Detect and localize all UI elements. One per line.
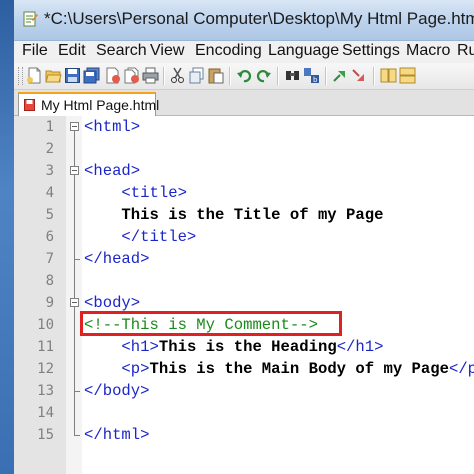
fold-end xyxy=(74,259,80,260)
line-number: 3 xyxy=(45,163,54,179)
line-number: 13 xyxy=(37,383,54,399)
document-tab-bar: My Html Page.html xyxy=(14,90,474,116)
line-number: 6 xyxy=(45,229,54,245)
paragraph-text: This is the Main Body of my Page xyxy=(149,360,449,378)
toolbar-separator xyxy=(373,67,375,85)
sync-v-icon[interactable] xyxy=(380,67,397,84)
svg-text:b: b xyxy=(313,76,318,84)
line-number: 11 xyxy=(37,339,54,355)
notepadpp-window: *C:\Users\Personal Computer\Desktop\My H… xyxy=(14,0,474,474)
code-line[interactable]: </head> xyxy=(84,248,150,270)
menu-bar: File Edit Search View Encoding Language … xyxy=(14,41,474,63)
fold-end xyxy=(74,391,80,392)
toolbar-separator xyxy=(277,67,279,85)
replace-icon[interactable]: b xyxy=(303,67,320,84)
toolbar: b xyxy=(14,63,474,90)
code-editor[interactable]: 1 2 3 4 5 6 7 8 9 10 11 12 13 14 15 <htm… xyxy=(14,116,474,474)
zoom-out-icon[interactable] xyxy=(351,67,368,84)
line-number: 7 xyxy=(45,251,54,267)
code-line[interactable]: <title> xyxy=(84,182,187,204)
line-number: 8 xyxy=(45,273,54,289)
fold-end xyxy=(74,435,80,436)
code-line[interactable]: <p>This is the Main Body of my Page</p> xyxy=(84,358,474,380)
code-line[interactable]: </title> xyxy=(84,226,196,248)
fold-toggle-head[interactable] xyxy=(70,166,79,175)
line-number: 4 xyxy=(45,185,54,201)
menu-encoding[interactable]: Encoding xyxy=(194,42,263,60)
line-number: 10 xyxy=(37,317,54,333)
redo-icon[interactable] xyxy=(255,67,272,84)
new-file-icon[interactable] xyxy=(26,67,43,84)
p-close-tag: </p> xyxy=(448,360,474,378)
line-number: 14 xyxy=(37,405,54,421)
sync-h-icon[interactable] xyxy=(399,67,416,84)
h1-close-tag: </h1> xyxy=(336,338,384,356)
h1-open-tag: <h1> xyxy=(84,338,159,356)
fold-guide xyxy=(74,131,75,435)
paste-icon[interactable] xyxy=(207,67,224,84)
zoom-in-icon[interactable] xyxy=(332,67,349,84)
line-number: 12 xyxy=(37,361,54,377)
title-open-tag: <title> xyxy=(84,184,187,202)
notepadpp-app-icon xyxy=(23,11,38,27)
menu-run[interactable]: Ru xyxy=(456,42,474,60)
line-number: 1 xyxy=(45,119,54,135)
copy-icon[interactable] xyxy=(188,67,205,84)
close-icon[interactable] xyxy=(104,67,121,84)
find-icon[interactable] xyxy=(284,67,301,84)
undo-icon[interactable] xyxy=(236,67,253,84)
tab-my-html-page[interactable]: My Html Page.html xyxy=(18,92,160,116)
print-icon[interactable] xyxy=(142,67,159,84)
fold-toggle-body[interactable] xyxy=(70,298,79,307)
p-open-tag: <p> xyxy=(84,360,150,378)
menu-macro[interactable]: Macro xyxy=(405,42,451,60)
title-text: This is the Title of my Page xyxy=(84,206,384,224)
comment-highlight-box xyxy=(80,311,342,336)
menu-language[interactable]: Language xyxy=(267,42,340,60)
line-number: 5 xyxy=(45,207,54,223)
code-line[interactable]: </html> xyxy=(84,424,150,446)
title-close-tag: </title> xyxy=(84,228,197,246)
menu-search[interactable]: Search xyxy=(95,42,148,60)
body-open-tag: <body> xyxy=(84,294,141,312)
title-bar[interactable]: *C:\Users\Personal Computer\Desktop\My H… xyxy=(14,0,474,41)
menu-file[interactable]: File xyxy=(21,42,49,60)
toolbar-separator xyxy=(229,67,231,85)
open-file-icon[interactable] xyxy=(45,67,62,84)
code-line[interactable]: </body> xyxy=(84,380,150,402)
html-close-tag: </html> xyxy=(84,426,150,444)
head-open-tag: <head> xyxy=(84,162,141,180)
tab-label: My Html Page.html xyxy=(41,97,160,113)
code-line[interactable]: <head> xyxy=(84,160,140,182)
html-open-tag: <html> xyxy=(84,118,141,136)
save-all-icon[interactable] xyxy=(83,67,100,84)
menu-settings[interactable]: Settings xyxy=(341,42,401,60)
code-line[interactable]: <html> xyxy=(84,116,140,138)
window-title: *C:\Users\Personal Computer\Desktop\My H… xyxy=(44,9,474,28)
heading-text: This is the Heading xyxy=(158,338,337,356)
line-number: 15 xyxy=(37,427,54,443)
body-close-tag: </body> xyxy=(84,382,150,400)
code-line[interactable]: <h1>This is the Heading</h1> xyxy=(84,336,383,358)
unsaved-file-icon xyxy=(24,99,35,111)
close-all-icon[interactable] xyxy=(123,67,140,84)
line-number: 2 xyxy=(45,141,54,157)
cut-icon[interactable] xyxy=(169,67,186,84)
toolbar-grip[interactable] xyxy=(18,67,23,85)
toolbar-separator xyxy=(163,67,165,85)
fold-toggle-html[interactable] xyxy=(70,122,79,131)
head-close-tag: </head> xyxy=(84,250,150,268)
desktop-background xyxy=(0,0,14,474)
menu-view[interactable]: View xyxy=(149,42,185,60)
save-icon[interactable] xyxy=(64,67,81,84)
line-number: 9 xyxy=(45,295,54,311)
code-line[interactable]: This is the Title of my Page xyxy=(84,204,383,226)
toolbar-separator xyxy=(325,67,327,85)
menu-edit[interactable]: Edit xyxy=(57,42,87,60)
